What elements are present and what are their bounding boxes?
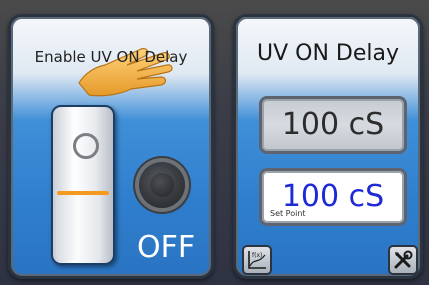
setpoint-label: Set Point [270, 209, 306, 218]
panel-title: UV ON Delay [256, 41, 399, 66]
tools-button[interactable] [388, 245, 418, 275]
panel-title: Enable UV ON Delay [34, 48, 188, 66]
led-lens [150, 173, 174, 197]
uv-on-delay-panel: UV ON Delay 100 cS 100 cS Set Point f(x) [233, 14, 423, 279]
readout-value: 100 cS [281, 107, 385, 142]
tools-icon [394, 250, 413, 269]
function-graph-icon: f(x) [248, 251, 266, 269]
enable-uv-on-delay-panel: Enable UV ON Delay OFF [8, 14, 214, 279]
svg-text:f(x): f(x) [252, 252, 262, 259]
state-label: OFF [137, 230, 196, 265]
delay-readout: 100 cS [259, 96, 407, 154]
switch-lower-rocker [56, 195, 110, 260]
setpoint-input[interactable]: 100 cS Set Point [259, 168, 407, 226]
switch-on-ring-icon [73, 133, 99, 159]
graph-button[interactable]: f(x) [242, 245, 272, 275]
status-led-indicator [139, 162, 185, 208]
enable-toggle-switch[interactable] [51, 105, 115, 265]
